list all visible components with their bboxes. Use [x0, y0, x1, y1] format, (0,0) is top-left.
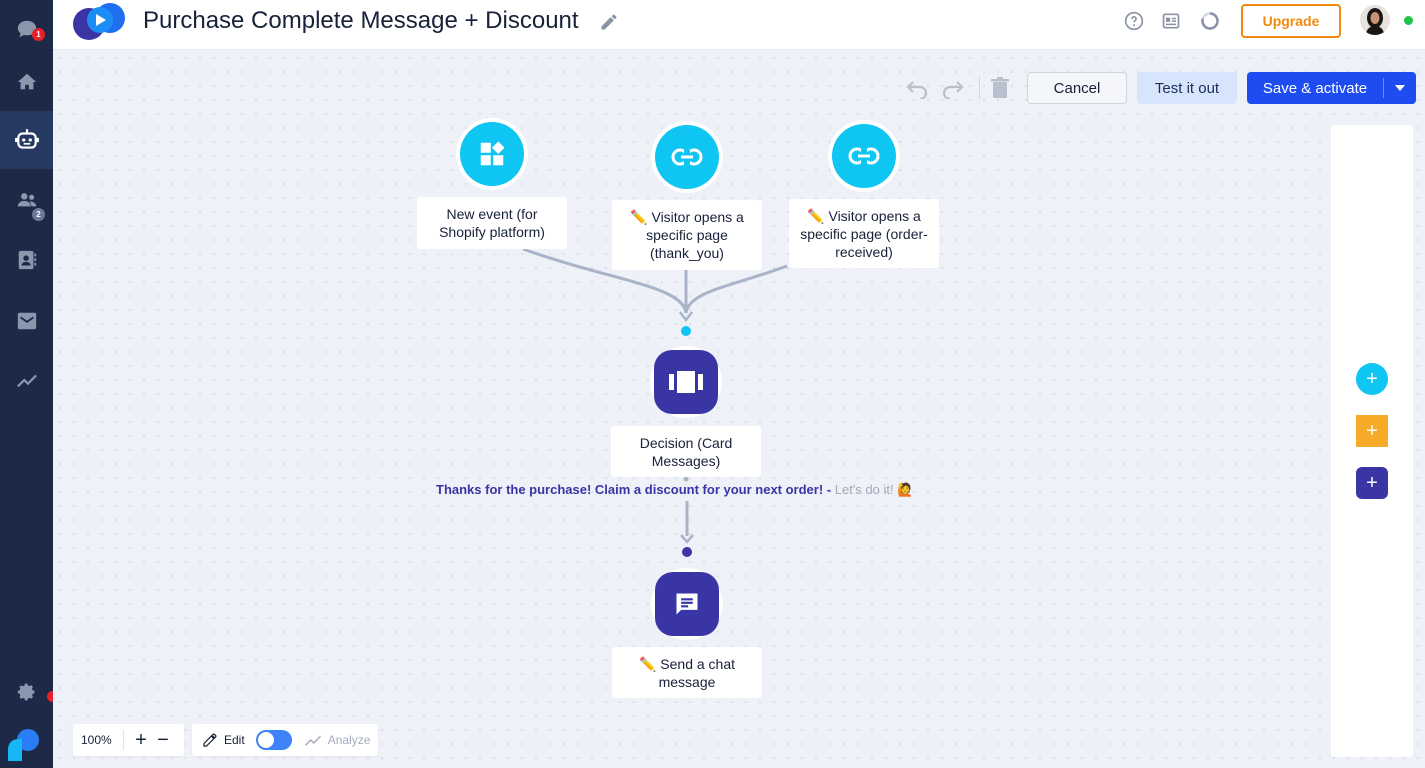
progress-icon[interactable]	[1200, 11, 1220, 36]
zoom-divider	[123, 730, 124, 750]
add-trigger-button[interactable]: +	[1356, 363, 1388, 395]
mode-controls: Edit Analyze	[192, 724, 378, 756]
mode-toggle[interactable]	[255, 730, 292, 750]
widgets-icon	[480, 141, 505, 166]
trigger-label-shopify-event[interactable]: New event (for Shopify platform)	[417, 197, 567, 249]
visitors-badge: 2	[32, 208, 45, 221]
contacts-icon	[18, 250, 36, 270]
decision-node[interactable]	[650, 346, 722, 418]
add-node-panel: + + +	[1331, 125, 1413, 757]
trigger-label-order-received-page[interactable]: ✏️ Visitor opens a specific page (order-…	[789, 199, 939, 268]
avatar[interactable]	[1360, 5, 1390, 35]
sidebar-item-contacts[interactable]	[0, 231, 53, 289]
bot-logo	[72, 2, 128, 42]
decision-label[interactable]: Decision (Card Messages)	[611, 426, 761, 477]
mail-icon	[17, 312, 36, 330]
edit-mode-label[interactable]: Edit	[224, 733, 245, 747]
mode-toggle-knob	[257, 732, 274, 748]
trigger-node-shopify-event[interactable]	[456, 118, 528, 190]
sidebar-item-analytics[interactable]	[0, 351, 53, 409]
sidebar-item-settings[interactable]	[0, 663, 53, 721]
zoom-out-button[interactable]: −	[152, 729, 174, 752]
bot-icon	[14, 129, 39, 149]
chart-line-icon	[16, 374, 37, 388]
action-node-send-message[interactable]	[651, 568, 723, 640]
carousel-icon	[669, 371, 703, 393]
zoom-level: 100%	[81, 733, 112, 747]
gear-icon	[17, 683, 34, 701]
action-label[interactable]: ✏️ Send a chat message	[612, 647, 762, 698]
link-icon	[848, 147, 880, 165]
home-icon	[17, 73, 36, 90]
sidebar-item-mailing[interactable]	[0, 292, 53, 350]
top-bar: Purchase Complete Message + Discount Upg…	[53, 0, 1425, 50]
page-title: Purchase Complete Message + Discount	[143, 7, 579, 34]
zoom-in-button[interactable]: +	[130, 729, 152, 752]
sidebar-item-home[interactable]	[0, 53, 53, 111]
analyze-chart-icon	[304, 735, 321, 746]
add-condition-button[interactable]: +	[1356, 415, 1388, 447]
chat-message-icon	[676, 593, 698, 615]
sidebar-item-visitors[interactable]: 2	[0, 171, 53, 229]
trigger-node-order-received-page[interactable]	[828, 120, 900, 192]
branch-text: Thanks for the purchase! Claim a discoun…	[436, 482, 832, 497]
sidebar-item-bots[interactable]	[0, 111, 53, 169]
decision-branch[interactable]: Thanks for the purchase! Claim a discoun…	[436, 482, 913, 498]
help-icon[interactable]	[1124, 11, 1144, 36]
analyze-mode-label[interactable]: Analyze	[328, 733, 371, 747]
edit-title-icon[interactable]	[599, 12, 619, 37]
pencil-icon	[203, 733, 217, 747]
link-icon	[671, 148, 703, 166]
zoom-controls: 100% + −	[73, 724, 184, 756]
chat-badge: 1	[32, 28, 45, 41]
online-status-dot	[1404, 16, 1413, 25]
brand-logo[interactable]	[6, 727, 40, 761]
add-action-button[interactable]: +	[1356, 467, 1388, 499]
branch-button-label: Let's do it! 🙋	[834, 482, 914, 497]
sidebar-item-chat[interactable]: 1	[0, 0, 53, 58]
flow-canvas[interactable]: Cancel Test it out Save & activate New e…	[53, 51, 1425, 768]
sidebar: 1 2	[0, 0, 58, 768]
trigger-node-thank-you-page[interactable]	[651, 121, 723, 193]
upgrade-button[interactable]: Upgrade	[1241, 4, 1341, 38]
trigger-label-thank-you-page[interactable]: ✏️ Visitor opens a specific page (thank_…	[612, 200, 762, 270]
news-icon[interactable]	[1161, 11, 1181, 36]
